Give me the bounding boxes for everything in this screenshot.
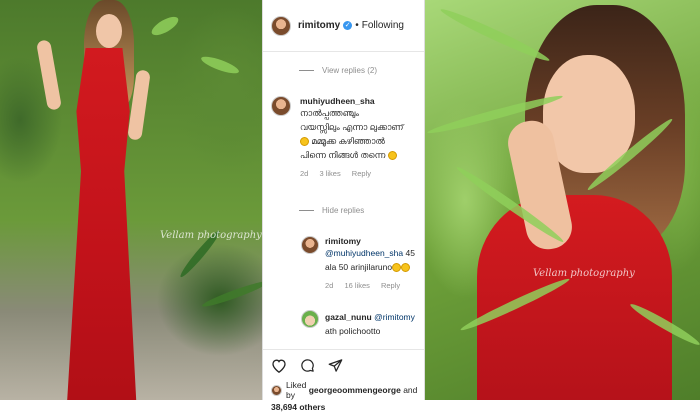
view-replies-button[interactable]: View replies (2) [299,66,377,75]
post-username[interactable]: rimitomy [298,20,340,31]
post-footer: Liked by georgeoommengeorge and 38,694 o… [263,349,424,412]
reply-button[interactable]: Reply [352,169,371,178]
reply-meta: 2d 16 likes Reply [325,281,418,290]
right-photo: Vellam photography [425,0,700,400]
photo-watermark: Vellam photography [533,268,635,279]
comment-text: നാൽപ്പത്തഞ്ചും വയസ്സിലും എന്നാ ലുക്കാണ് … [300,106,418,162]
emoji-icon [300,137,309,147]
emoji-icon [387,151,397,161]
comment-line: വയസ്സിലും എന്നാ ലുക്കാണ് [300,122,404,132]
emoji-icon [401,263,411,273]
liker-avatar[interactable] [271,384,282,396]
comment-username[interactable]: muhiyudheen_sha [300,96,418,106]
reply-likes[interactable]: 16 likes [344,281,369,290]
reply-comment: rimitomy @muhiyudheen_sha 45 ala 50 arin… [301,236,418,290]
liker-username[interactable]: georgeoommengeorge [309,385,401,395]
following-button[interactable]: Following [362,20,404,31]
comments-list: View replies (2) muhiyudheen_sha നാൽപ്പത… [263,52,424,350]
comment-meta: 2d 3 likes Reply [300,169,418,178]
person-arm [36,39,62,111]
view-replies-label: View replies (2) [322,66,377,75]
reply-text: gazal_nunu @rimitomy [325,310,418,324]
reply-age: 2d [325,281,334,290]
comment-icon[interactable] [300,358,315,373]
liked-by: Liked by georgeoommengeorge and [263,374,424,400]
reply-username[interactable]: rimitomy [325,236,418,246]
foliage [438,5,552,65]
commenter-avatar[interactable] [271,96,291,116]
reply-button[interactable]: Reply [381,281,400,290]
divider-line [299,70,314,71]
reply-text-part: ath polichootto [325,326,381,336]
divider-line [299,210,314,211]
and-label: and [403,385,418,395]
action-bar [263,350,424,374]
red-dress [477,195,672,400]
mention-link[interactable]: @rimitomy [374,312,415,322]
instagram-post-panel: rimitomy ✓ • Following View replies (2) … [262,0,425,412]
comment: muhiyudheen_sha നാൽപ്പത്തഞ്ചും വയസ്സിലും… [271,96,418,178]
foliage [149,13,181,39]
reply-text-part: ala 50 arinjilaruno [325,262,393,272]
foliage [199,53,241,77]
avatar[interactable] [271,15,291,36]
separator-dot: • [355,20,359,31]
reply-username[interactable]: gazal_nunu [325,312,372,322]
left-photo: Vellam photography [0,0,262,400]
comment-line: നാൽപ്പത്തഞ്ചും [300,108,359,118]
comment-age: 2d [300,169,309,178]
reply-text: @muhiyudheen_sha 45 ala 50 arinjilaruno [325,246,418,274]
liked-by-prefix: Liked by [286,380,307,400]
photo-watermark: Vellam photography [160,230,262,241]
comment-line: മമ്മൂക്ക കഴിഞ്ഞാൽ [311,136,385,146]
post-header: rimitomy ✓ • Following [263,0,424,52]
emoji-icon [392,263,402,273]
foliage [200,278,262,310]
share-icon[interactable] [328,358,343,373]
comment-line: പിന്നെ നിങ്ങൾ തന്നെ [300,150,386,160]
heart-icon[interactable] [271,358,287,373]
verified-badge-icon: ✓ [343,21,353,30]
hide-replies-button[interactable]: Hide replies [299,206,364,215]
others-count[interactable]: 38,694 others [263,400,424,412]
comment-likes[interactable]: 3 likes [319,169,340,178]
reply-avatar[interactable] [301,310,319,328]
mention-link[interactable]: @muhiyudheen_sha [325,248,403,258]
reply-text-part: 45 [405,248,415,258]
person-face [96,14,122,48]
reply-comment: gazal_nunu @rimitomy ath polichootto [301,310,418,338]
hide-replies-label: Hide replies [322,206,365,215]
reply-avatar[interactable] [301,236,319,254]
